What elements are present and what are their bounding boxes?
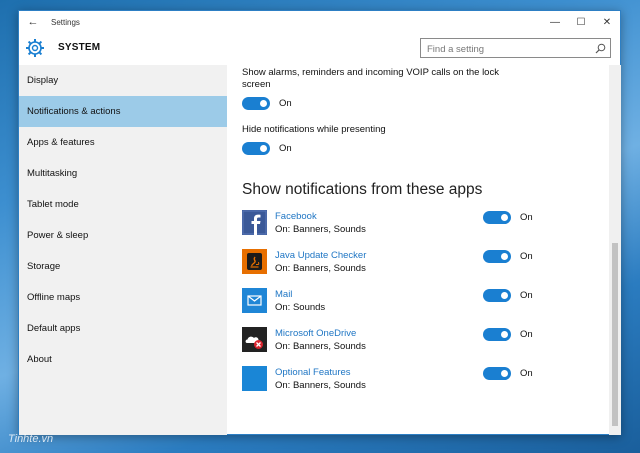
search-icon[interactable] xyxy=(595,43,606,54)
lock-screen-setting-label: Show alarms, reminders and incoming VOIP… xyxy=(242,67,499,90)
app-row-java: Java Update Checker On: Banners, Sounds … xyxy=(242,249,602,281)
sidebar-item-tablet-mode[interactable]: Tablet mode xyxy=(19,189,227,220)
sidebar-item-about[interactable]: About xyxy=(19,344,227,375)
lock-screen-toggle-row: On xyxy=(242,97,292,110)
toggle-state-label: On xyxy=(520,368,533,379)
back-button[interactable]: ← xyxy=(19,16,47,28)
presenting-toggle-row: On xyxy=(242,142,292,155)
sidebar-item-notifications[interactable]: Notifications & actions xyxy=(19,96,227,127)
sidebar-item-power-sleep[interactable]: Power & sleep xyxy=(19,220,227,251)
app-name[interactable]: Mail xyxy=(275,289,292,300)
app-status: On: Sounds xyxy=(275,302,326,313)
app-toggle-row: On xyxy=(483,367,533,380)
title-bar: ← Settings — ☐ ✕ xyxy=(19,11,620,33)
app-toggle-row: On xyxy=(483,289,533,302)
scrollbar[interactable] xyxy=(609,65,621,435)
settings-window: ← Settings — ☐ ✕ SYSTEM Find a setting D… xyxy=(18,10,621,435)
app-name[interactable]: Facebook xyxy=(275,211,317,222)
toggle-state-label: On xyxy=(279,143,292,154)
window-controls: — ☐ ✕ xyxy=(542,11,620,33)
search-input[interactable] xyxy=(421,40,591,59)
app-toggle-row: On xyxy=(483,211,533,224)
mail-toggle[interactable] xyxy=(483,289,511,302)
app-status: On: Banners, Sounds xyxy=(275,263,366,274)
app-status: On: Banners, Sounds xyxy=(275,380,366,391)
search-box[interactable] xyxy=(420,38,611,59)
optional-features-toggle[interactable] xyxy=(483,367,511,380)
app-row-mail: Mail On: Sounds On xyxy=(242,288,602,320)
app-status: On: Banners, Sounds xyxy=(275,341,366,352)
gear-icon xyxy=(26,39,44,57)
sidebar-item-apps-features[interactable]: Apps & features xyxy=(19,127,227,158)
app-name[interactable]: Microsoft OneDrive xyxy=(275,328,356,339)
page-header: SYSTEM xyxy=(19,33,620,65)
toggle-state-label: On xyxy=(279,98,292,109)
app-name[interactable]: Java Update Checker xyxy=(275,250,366,261)
minimize-button[interactable]: — xyxy=(542,11,568,33)
app-toggle-row: On xyxy=(483,328,533,341)
sidebar-item-offline-maps[interactable]: Offline maps xyxy=(19,282,227,313)
java-toggle[interactable] xyxy=(483,250,511,263)
page-title: SYSTEM xyxy=(58,42,101,53)
sidebar: Display Notifications & actions Apps & f… xyxy=(19,65,227,435)
presenting-toggle[interactable] xyxy=(242,142,270,155)
lock-screen-toggle[interactable] xyxy=(242,97,270,110)
watermark: Tinhte.vn xyxy=(8,433,54,445)
close-button[interactable]: ✕ xyxy=(594,11,620,33)
onedrive-icon xyxy=(242,327,267,352)
presenting-setting-label: Hide notifications while presenting xyxy=(242,124,386,135)
optional-features-icon xyxy=(242,366,267,391)
mail-icon xyxy=(242,288,267,313)
app-toggle-row: On xyxy=(483,250,533,263)
java-icon xyxy=(242,249,267,274)
apps-section-title: Show notifications from these apps xyxy=(242,181,483,198)
window-title: Settings xyxy=(51,17,80,27)
sidebar-item-display[interactable]: Display xyxy=(19,65,227,96)
onedrive-toggle[interactable] xyxy=(483,328,511,341)
sidebar-item-multitasking[interactable]: Multitasking xyxy=(19,158,227,189)
toggle-state-label: On xyxy=(520,212,533,223)
toggle-state-label: On xyxy=(520,251,533,262)
maximize-button[interactable]: ☐ xyxy=(568,11,594,33)
scrollbar-thumb[interactable] xyxy=(612,243,618,426)
app-name[interactable]: Optional Features xyxy=(275,367,351,378)
toggle-state-label: On xyxy=(520,290,533,301)
sidebar-item-default-apps[interactable]: Default apps xyxy=(19,313,227,344)
main-content: Show alarms, reminders and incoming VOIP… xyxy=(227,65,609,435)
toggle-state-label: On xyxy=(520,329,533,340)
app-row-optional-features: Optional Features On: Banners, Sounds On xyxy=(242,366,602,398)
app-row-onedrive: Microsoft OneDrive On: Banners, Sounds O… xyxy=(242,327,602,359)
app-row-facebook: Facebook On: Banners, Sounds On xyxy=(242,210,602,242)
app-status: On: Banners, Sounds xyxy=(275,224,366,235)
facebook-icon xyxy=(242,210,267,235)
facebook-toggle[interactable] xyxy=(483,211,511,224)
sidebar-item-storage[interactable]: Storage xyxy=(19,251,227,282)
